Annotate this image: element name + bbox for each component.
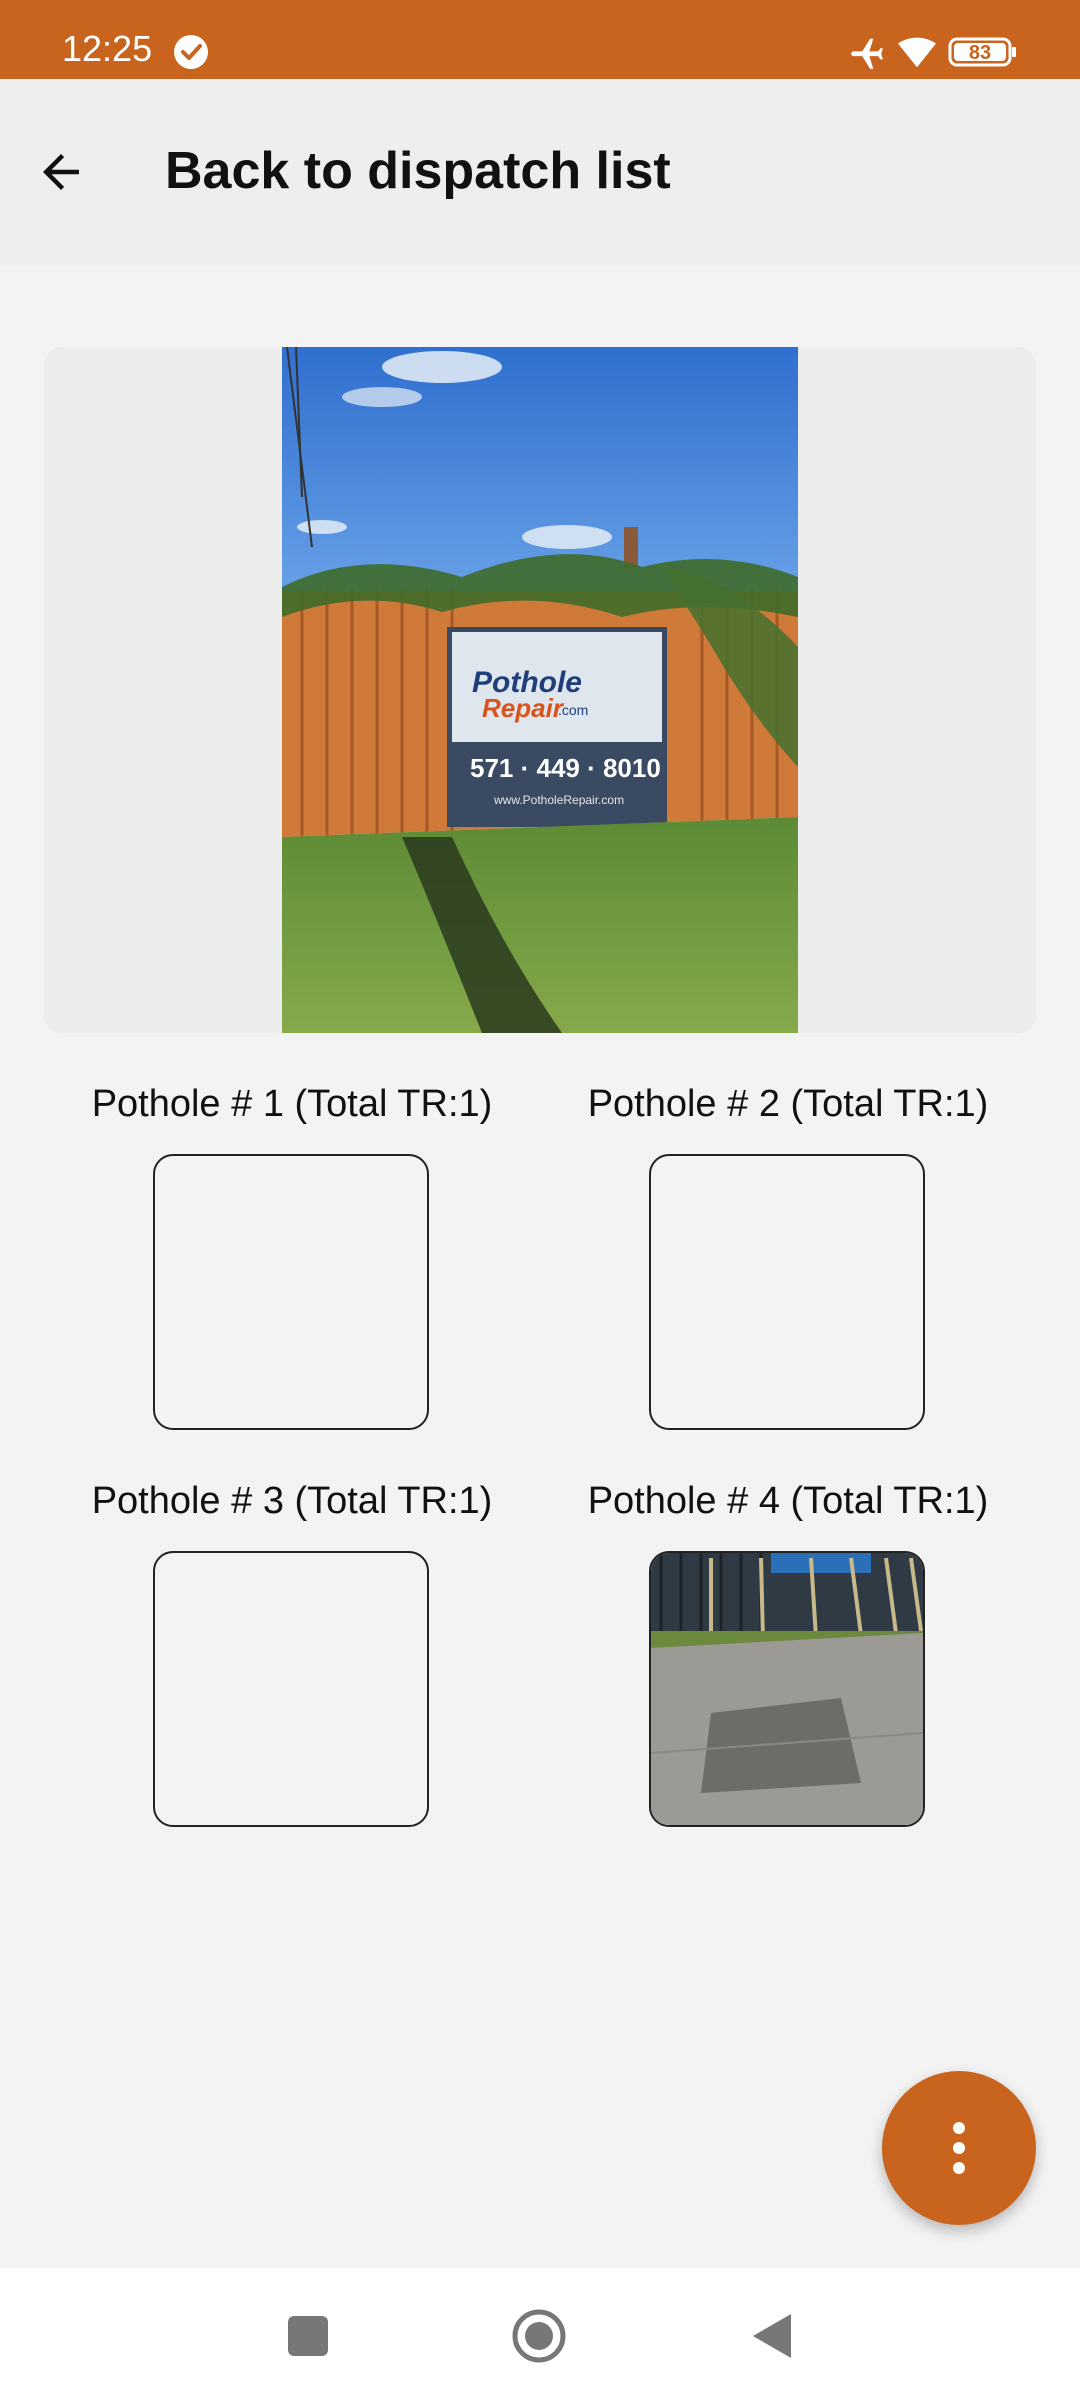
pothole-4-image	[651, 1553, 923, 1825]
wifi-icon	[898, 37, 936, 68]
fence-sign-photo: Pothole Repair .com 571 · 449 · 8010 www…	[282, 347, 798, 1033]
arrow-left-icon	[43, 154, 79, 190]
pothole-2-label: Pothole # 2 (Total TR:1)	[587, 1083, 989, 1125]
status-bar: 12:25 83	[0, 0, 1080, 79]
sign-brand-suffix: .com	[558, 702, 588, 718]
pothole-4-label: Pothole # 4 (Total TR:1)	[587, 1480, 989, 1522]
status-time: 12:25	[62, 28, 153, 69]
main-photo-card[interactable]: Pothole Repair .com 571 · 449 · 8010 www…	[44, 347, 1036, 1033]
pothole-4-photo[interactable]	[649, 1551, 925, 1827]
more-options-fab[interactable]	[882, 2071, 1036, 2225]
pothole-1-label: Pothole # 1 (Total TR:1)	[91, 1083, 493, 1125]
home-icon[interactable]	[511, 2308, 567, 2364]
main-photo[interactable]: Pothole Repair .com 571 · 449 · 8010 www…	[282, 347, 798, 1033]
pothole-1-photo-slot[interactable]	[153, 1154, 429, 1430]
more-vertical-icon	[953, 2122, 965, 2174]
back-button[interactable]	[24, 135, 98, 209]
pothole-3-photo-slot[interactable]	[153, 1551, 429, 1827]
sign-phone: 571 · 449 · 8010	[470, 753, 661, 783]
battery-icon: 83	[948, 37, 1016, 67]
sign-url: www.PotholeRepair.com	[493, 793, 624, 807]
pothole-2-photo-slot[interactable]	[649, 1154, 925, 1430]
back-icon[interactable]	[745, 2308, 801, 2364]
system-nav-bar	[0, 2268, 1080, 2400]
check-circle-icon	[174, 35, 208, 69]
app-header: Back to dispatch list	[0, 79, 1080, 265]
battery-level: 83	[969, 42, 991, 64]
sign-brand-line2: Repair	[482, 693, 565, 723]
airplane-icon	[851, 38, 883, 69]
pothole-3-label: Pothole # 3 (Total TR:1)	[91, 1480, 493, 1522]
recents-icon[interactable]	[280, 2308, 336, 2364]
page-title: Back to dispatch list	[165, 142, 671, 200]
